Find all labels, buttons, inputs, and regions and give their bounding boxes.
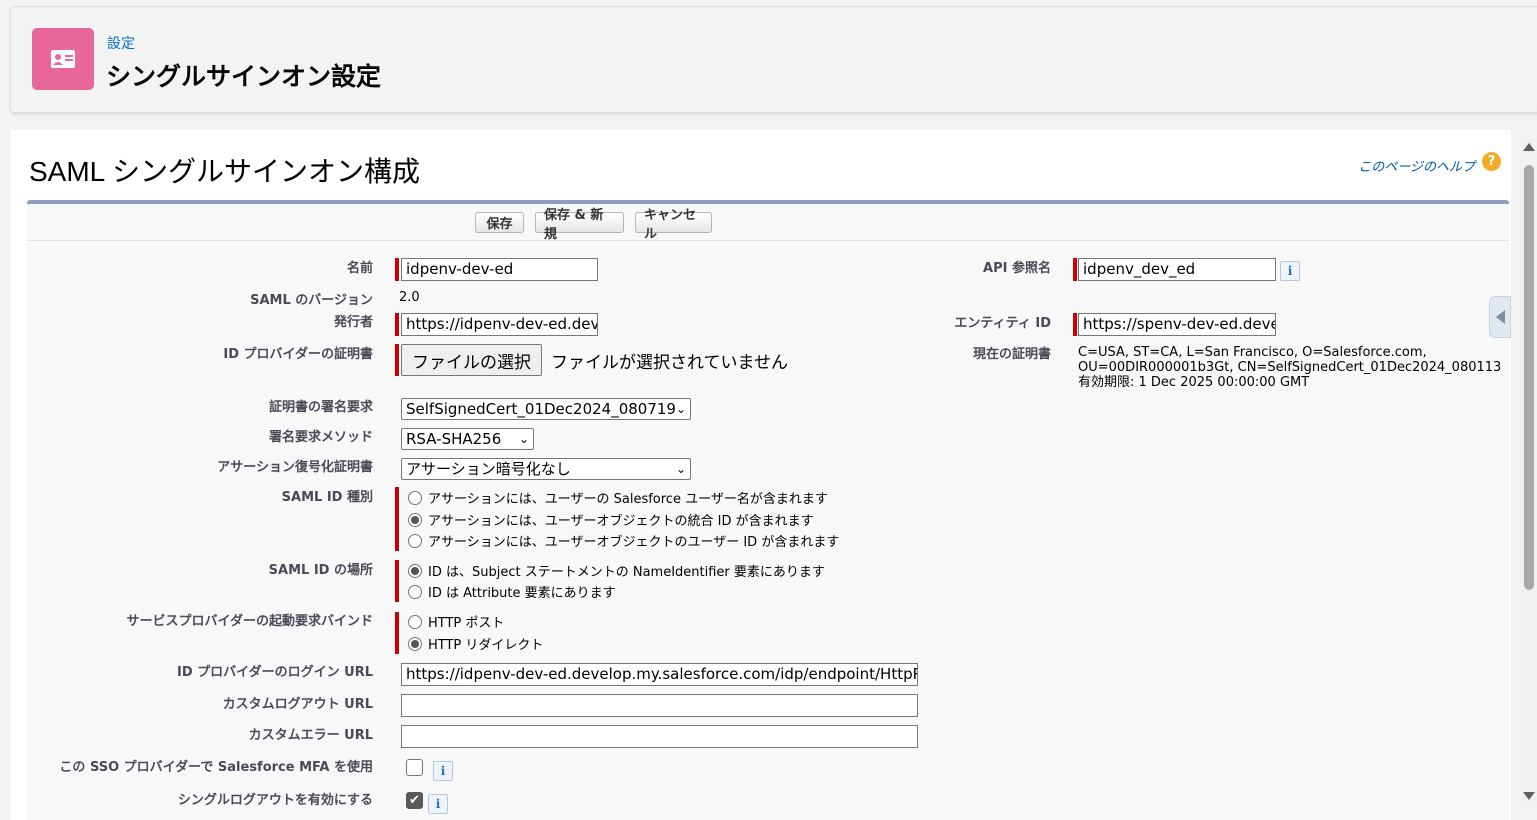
api-name-label: API 参照名 bbox=[983, 261, 1051, 276]
saml-id-type-label: SAML ID 種別 bbox=[281, 490, 373, 505]
single-logout-label: シングルログアウトを有効にする bbox=[177, 793, 373, 808]
cert-line: OU=00DIR000001b3Gt, CN=SelfSignedCert_01… bbox=[1078, 360, 1502, 375]
section-title: SAML シングルサインオン構成 bbox=[29, 156, 420, 187]
required-marker bbox=[1073, 313, 1077, 336]
radio-label: ID は、Subject ステートメントの NameIdentifier 要素に… bbox=[428, 565, 825, 580]
issuer-label: 発行者 bbox=[333, 315, 373, 330]
save-new-button[interactable]: 保存 & 新規 bbox=[535, 208, 624, 242]
name-field[interactable]: idpenv-dev-ed bbox=[401, 258, 598, 281]
radio-label: HTTP ポスト bbox=[428, 616, 505, 631]
required-marker bbox=[395, 258, 399, 281]
info-icon[interactable]: i bbox=[1280, 261, 1300, 281]
contact-card-icon bbox=[32, 28, 94, 90]
help-icon[interactable]: ? bbox=[1482, 152, 1501, 171]
idp-login-url-label: ID プロバイダーのログイン URL bbox=[176, 665, 373, 680]
saml-version-value: 2.0 bbox=[399, 290, 420, 305]
saml-id-type-option[interactable]: アサーションには、ユーザーオブジェクトのユーザー ID が含まれます bbox=[408, 531, 839, 550]
radio-button[interactable] bbox=[408, 563, 422, 578]
side-panel-toggle[interactable] bbox=[1489, 296, 1511, 338]
cert-line: C=USA, ST=CA, L=San Francisco, O=Salesfo… bbox=[1078, 345, 1427, 360]
saml-id-type-option[interactable]: アサーションには、ユーザーオブジェクトの統合 ID が含まれます bbox=[408, 510, 814, 529]
breadcrumb[interactable]: 設定 bbox=[107, 33, 135, 53]
mfa-checkbox[interactable] bbox=[406, 759, 423, 776]
sign-method-label: 署名要求メソッド bbox=[268, 430, 373, 445]
entity-id-field[interactable]: https://spenv-dev-ed.develop.my.salesfor… bbox=[1078, 313, 1276, 336]
page-header: 設定 シングルサインオン設定 bbox=[10, 6, 1537, 113]
saml-id-type-option[interactable]: アサーションには、ユーザーの Salesforce ユーザー名が含まれます bbox=[408, 488, 828, 507]
custom-logout-url-field[interactable] bbox=[401, 694, 918, 717]
assertion-decrypt-value: アサーション暗号化なし bbox=[406, 460, 571, 478]
mfa-label: この SSO プロバイダーで Salesforce MFA を使用 bbox=[59, 760, 373, 775]
cancel-button[interactable]: キャンセル bbox=[635, 208, 712, 242]
chevron-down-icon: ⌄ bbox=[675, 462, 686, 476]
custom-error-url-field[interactable] bbox=[401, 725, 918, 748]
required-marker bbox=[395, 560, 399, 602]
radio-label: HTTP リダイレクト bbox=[428, 638, 544, 653]
single-logout-checkbox[interactable]: ✔ bbox=[406, 792, 423, 809]
radio-label: アサーションには、ユーザーオブジェクトの統合 ID が含まれます bbox=[428, 514, 814, 529]
saml-id-location-option[interactable]: ID は、Subject ステートメントの NameIdentifier 要素に… bbox=[408, 561, 825, 580]
info-icon[interactable]: i bbox=[428, 794, 448, 814]
required-marker bbox=[1073, 258, 1077, 281]
sp-binding-label: サービスプロバイダーの起動要求バインド bbox=[126, 614, 373, 629]
scroll-up-icon[interactable] bbox=[1523, 143, 1535, 151]
assertion-decrypt-select[interactable]: アサーション暗号化なし ⌄ bbox=[401, 458, 691, 480]
entity-id-label: エンティティ ID bbox=[954, 316, 1051, 331]
saml-version-label: SAML のバージョン bbox=[250, 293, 373, 308]
cert-line: 有効期限: 1 Dec 2025 00:00:00 GMT bbox=[1078, 375, 1310, 390]
scroll-down-icon[interactable] bbox=[1523, 792, 1535, 800]
current-cert-value: C=USA, ST=CA, L=San Francisco, O=Salesfo… bbox=[1078, 345, 1501, 390]
info-icon[interactable]: i bbox=[433, 761, 453, 781]
file-status: ファイルが選択されていません bbox=[551, 353, 788, 373]
content-panel: SAML シングルサインオン構成 このページのヘルプ ? 保存 保存 & 新規 … bbox=[11, 130, 1511, 820]
sign-cert-value: SelfSignedCert_01Dec2024_080719 bbox=[406, 400, 676, 418]
sp-binding-option[interactable]: HTTP ポスト bbox=[408, 612, 504, 631]
sign-cert-select[interactable]: SelfSignedCert_01Dec2024_080719 ⌄ bbox=[401, 398, 691, 420]
chevron-down-icon: ⌄ bbox=[518, 432, 529, 446]
required-marker bbox=[395, 344, 399, 376]
radio-label: アサーションには、ユーザーの Salesforce ユーザー名が含まれます bbox=[428, 492, 828, 507]
saml-id-location-label: SAML ID の場所 bbox=[268, 563, 373, 578]
page-title: シングルサインオン設定 bbox=[106, 62, 382, 91]
help-link[interactable]: このページのヘルプ bbox=[1358, 156, 1475, 175]
radio-label: ID は Attribute 要素にあります bbox=[428, 586, 616, 601]
required-marker bbox=[395, 313, 399, 336]
api-name-field[interactable]: idpenv_dev_ed bbox=[1078, 258, 1276, 281]
radio-button[interactable] bbox=[408, 490, 422, 505]
assertion-decrypt-label: アサーション復号化証明書 bbox=[217, 460, 373, 475]
radio-button[interactable] bbox=[408, 512, 422, 527]
idp-cert-label: ID プロバイダーの証明書 bbox=[223, 347, 373, 362]
save-button[interactable]: 保存 bbox=[475, 212, 524, 233]
button-row: 保存 保存 & 新規 キャンセル bbox=[27, 204, 1509, 242]
custom-logout-url-label: カスタムログアウト URL bbox=[222, 697, 373, 712]
saml-id-location-option[interactable]: ID は Attribute 要素にあります bbox=[408, 582, 616, 601]
radio-button[interactable] bbox=[408, 614, 422, 629]
scroll-thumb[interactable] bbox=[1524, 165, 1534, 590]
sign-method-select[interactable]: RSA-SHA256 ⌄ bbox=[401, 428, 534, 450]
idp-login-url-field[interactable]: https://idpenv-dev-ed.develop.my.salesfo… bbox=[401, 663, 918, 686]
radio-button[interactable] bbox=[408, 584, 422, 599]
page-block: 保存 保存 & 新規 キャンセル 名前 idpenv-dev-ed API 参照… bbox=[27, 200, 1509, 820]
current-cert-label: 現在の証明書 bbox=[972, 347, 1051, 362]
sign-cert-label: 証明書の署名要求 bbox=[268, 400, 373, 415]
name-label: 名前 bbox=[346, 261, 373, 276]
custom-error-url-label: カスタムエラー URL bbox=[248, 728, 373, 743]
issuer-field[interactable]: https://idpenv-dev-ed.develop.my.salesfo… bbox=[401, 313, 598, 336]
radio-label: アサーションには、ユーザーオブジェクトのユーザー ID が含まれます bbox=[428, 535, 840, 550]
sp-binding-option[interactable]: HTTP リダイレクト bbox=[408, 634, 543, 653]
sign-method-value: RSA-SHA256 bbox=[406, 430, 502, 448]
file-select-button[interactable]: ファイルの選択 bbox=[401, 344, 542, 376]
required-marker bbox=[395, 612, 399, 654]
radio-button[interactable] bbox=[408, 636, 422, 651]
radio-button[interactable] bbox=[408, 533, 422, 548]
scrollbar[interactable] bbox=[1521, 140, 1537, 805]
chevron-down-icon: ⌄ bbox=[675, 402, 686, 416]
required-marker bbox=[395, 487, 399, 551]
